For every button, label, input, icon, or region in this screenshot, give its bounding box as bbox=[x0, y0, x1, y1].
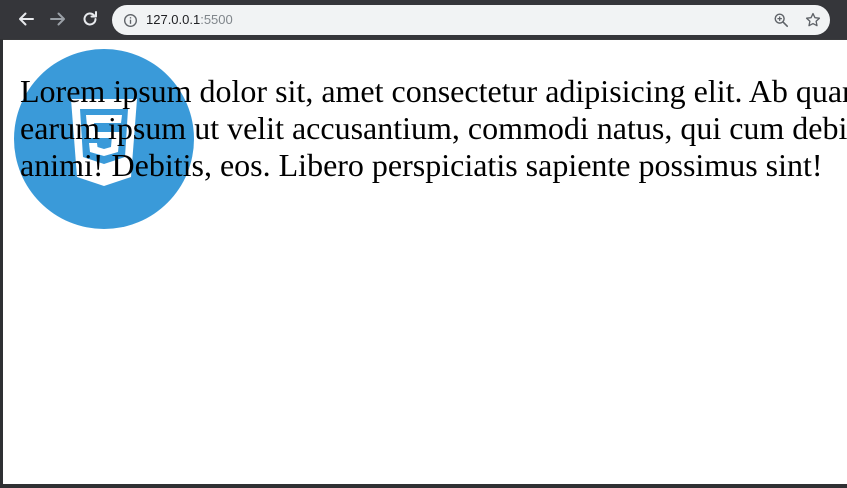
arrow-right-icon bbox=[50, 12, 65, 26]
back-button[interactable] bbox=[13, 6, 39, 32]
url-text[interactable]: 127.0.0.1:5500 bbox=[146, 5, 233, 35]
paragraph-line: animi! Debitis, eos. Libero perspiciatis… bbox=[20, 147, 823, 183]
info-icon[interactable] bbox=[121, 11, 139, 29]
arrow-left-icon bbox=[19, 12, 34, 26]
window-frame-bottom bbox=[0, 484, 847, 488]
browser-toolbar: 127.0.0.1:5500 bbox=[0, 0, 847, 39]
forward-button[interactable] bbox=[45, 6, 71, 32]
address-bar[interactable]: 127.0.0.1:5500 bbox=[112, 5, 830, 35]
url-port: :5500 bbox=[200, 12, 233, 27]
zoom-in-icon[interactable] bbox=[772, 11, 790, 29]
star-icon[interactable] bbox=[804, 11, 822, 29]
paragraph-line: Lorem ipsum dolor sit, amet consectetur … bbox=[20, 73, 847, 109]
page-viewport: Lorem ipsum dolor sit, amet consectetur … bbox=[3, 40, 847, 484]
reload-icon bbox=[83, 11, 97, 26]
paragraph: Lorem ipsum dolor sit, amet consectetur … bbox=[20, 73, 847, 184]
reload-button[interactable] bbox=[77, 6, 103, 32]
paragraph-line: earum ipsum ut velit accusantium, commod… bbox=[20, 110, 847, 146]
url-host: 127.0.0.1 bbox=[146, 12, 201, 27]
